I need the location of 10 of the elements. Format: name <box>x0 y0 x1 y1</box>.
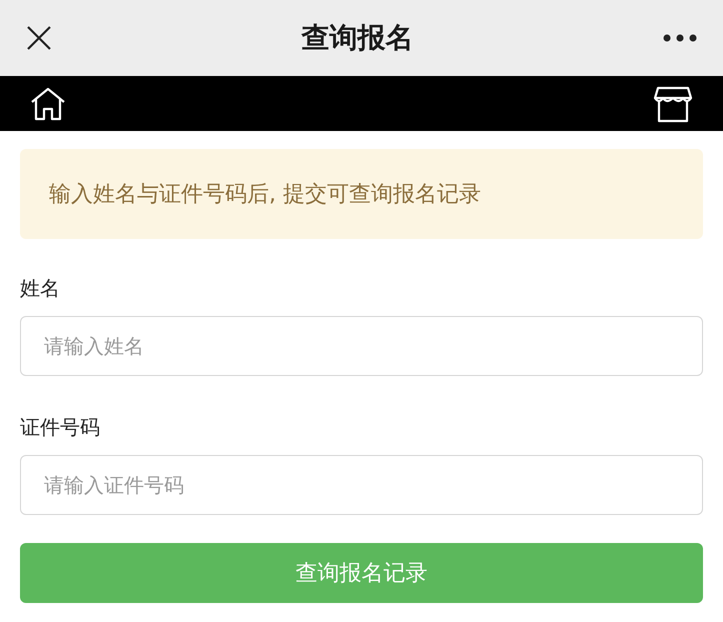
input-field[interactable]: 请输入姓名 <box>20 316 703 376</box>
field-label: 姓名 <box>20 275 61 302</box>
close-icon[interactable] <box>26 25 52 51</box>
more-icon[interactable] <box>663 34 697 42</box>
window-title: 查询报名 <box>302 20 414 56</box>
notice-banner: 输入姓名与证件号码后, 提交可查询报名记录 <box>20 149 703 239</box>
field-label: 证件号码 <box>20 414 101 441</box>
input-field[interactable]: 请输入证件号码 <box>20 455 703 515</box>
submit-button[interactable]: 查询报名记录 <box>20 543 703 603</box>
home-icon[interactable] <box>30 86 66 122</box>
